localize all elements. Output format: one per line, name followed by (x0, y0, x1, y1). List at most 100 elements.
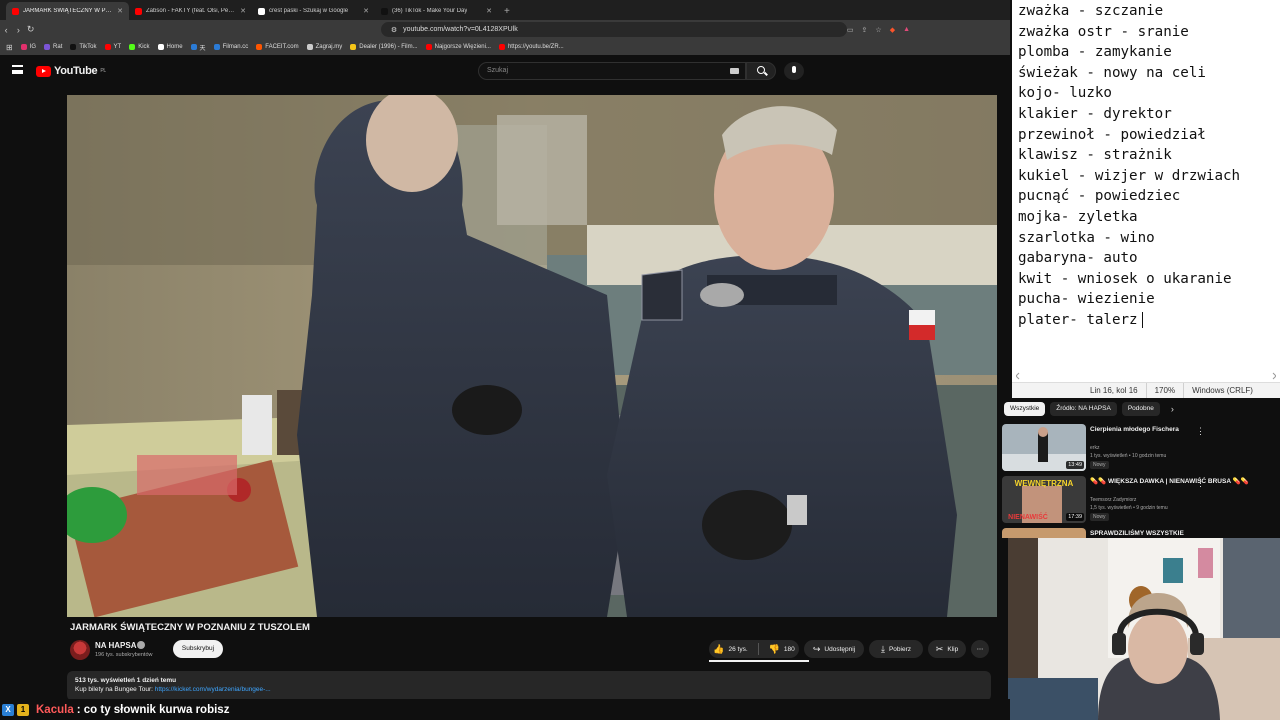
clip-button[interactable]: ✂ Klip (928, 640, 966, 658)
cast-icon[interactable]: ▭ (847, 26, 854, 34)
bookmark-item[interactable]: YT (104, 44, 122, 50)
cursor-position: Lin 16, kol 16 (1090, 385, 1138, 395)
url-field[interactable]: ⚙ youtube.com/watch?v=0L4128XPUlk (380, 22, 847, 37)
kebab-menu-icon[interactable]: ⋮ (1196, 426, 1205, 437)
recommended-channel-name[interactable]: erkz (1090, 445, 1099, 451)
more-actions-button[interactable]: ⋯ (971, 640, 989, 658)
browser-tab[interactable]: JARMARK ŚWIĄTECZNY W POZN...✕ (6, 2, 129, 20)
bookmark-item[interactable]: Home (157, 44, 183, 50)
keyboard-icon[interactable] (730, 68, 739, 74)
kebab-menu-icon[interactable]: ⋮ (1196, 478, 1205, 489)
dislike-count[interactable]: 180 (784, 646, 795, 653)
bookmark-label: Zagraj.my (315, 44, 343, 50)
filter-chip[interactable]: Źródło: NA HAPSA (1050, 402, 1117, 416)
new-tab-button[interactable]: + (498, 2, 516, 20)
description-link[interactable]: https://kicket.com/wydarzenia/bungee-... (155, 686, 271, 693)
brave-shield-icon[interactable]: ◆ (890, 26, 895, 34)
recommended-channel-name[interactable]: Teemsorz Zadymiorz (1090, 497, 1136, 503)
forward-arrow-icon[interactable]: › (12, 25, 24, 35)
chat-message: : co ty słownik kurwa robisz (76, 703, 230, 716)
bookmark-label: Dealer (1996) - Film... (359, 44, 418, 50)
share-icon[interactable]: ⇪ (862, 26, 868, 34)
browser-tab[interactable]: crest paski - Szukaj w Google ✕ (252, 2, 375, 20)
chips-next-arrow-icon[interactable]: › (1171, 404, 1174, 414)
notepad-line: pucha- wiezienie (1018, 291, 1155, 308)
bookmark-item[interactable]: TikTok (70, 44, 97, 50)
channel-avatar[interactable] (70, 640, 90, 660)
tab-close-icon[interactable]: ✕ (486, 7, 492, 15)
site-info-icon[interactable]: ⚙ (391, 26, 397, 34)
hamburger-menu-icon[interactable] (12, 65, 23, 74)
thumbs-down-icon[interactable]: 👎 (769, 644, 780, 655)
video-duration: 13:49 (1066, 461, 1084, 469)
video-player[interactable] (67, 95, 997, 617)
bookmark-item[interactable]: FACEIT.com (256, 44, 299, 50)
video-thumbnail[interactable] (1002, 528, 1086, 538)
bookmark-item[interactable]: https://youtu.be/ZR... (498, 44, 564, 50)
bookmark-favicon-icon (190, 44, 197, 50)
bookmark-favicon-icon (498, 44, 505, 50)
bookmark-item[interactable]: Zagraj.my (306, 44, 343, 50)
browser-address-bar: ‹ › ↻ ⚙ youtube.com/watch?v=0L4128XPUlk … (0, 20, 1010, 39)
recommended-video-title[interactable]: 💊💊 WIĘKSZA DAWKA | NIENAWIŚĆ BRUSA 💊💊 (1090, 478, 1275, 486)
bookmark-item[interactable]: Kick (129, 44, 150, 50)
notepad-window: zważka - szczanie zważka ostr - sranie plo… (1012, 0, 1280, 399)
video-thumbnail[interactable]: WEWNĘTRZNA NIENAWIŚĆ 17:39 (1002, 476, 1086, 523)
bookmark-label: TikTok (79, 44, 97, 50)
share-button[interactable]: ↪ Udostępnij (804, 640, 864, 658)
thumbnail-image (1002, 528, 1086, 538)
apps-grid-icon[interactable]: ⊞ (6, 43, 13, 52)
bookmark-item[interactable]: Najgorsze Więzieni... (425, 44, 491, 50)
extension-icons: ▭ ⇪ ☆ ◆ ▲ (847, 26, 1010, 34)
brave-rewards-icon[interactable]: ▲ (903, 26, 910, 34)
recommended-video[interactable]: 13:49 Cierpienia młodego Fischera erkz 1 ty… (1002, 424, 1280, 474)
bookmark-star-icon[interactable]: ☆ (875, 26, 881, 34)
bookmark-favicon-icon (104, 44, 111, 50)
notepad-line: zważka - szczanie (1018, 3, 1164, 19)
recommended-video[interactable]: SPRAWDZILIŚMY WSZYSTKIE (1002, 528, 1280, 538)
bookmark-label: 天 (199, 45, 206, 52)
recommended-video-title[interactable]: SPRAWDZILIŚMY WSZYSTKIE (1090, 530, 1275, 538)
thumbs-up-icon[interactable]: 👍 (713, 644, 724, 655)
recommended-video[interactable]: WEWNĘTRZNA NIENAWIŚĆ 17:39 💊💊 WIĘKSZA DAWKA… (1002, 476, 1280, 526)
tab-close-icon[interactable]: ✕ (363, 7, 369, 15)
video-thumbnail[interactable]: 13:49 (1002, 424, 1086, 471)
tab-close-icon[interactable]: ✕ (117, 7, 123, 15)
bookmark-favicon-icon (425, 44, 432, 50)
like-ratio-bar (709, 660, 809, 662)
youtube-logo[interactable]: YouTube PL (36, 65, 106, 77)
voice-search-mic-icon[interactable] (784, 62, 804, 80)
horizontal-scrollbar[interactable] (1016, 372, 1276, 380)
subscriber-count: 196 tys. subskrybentów (95, 652, 153, 658)
bookmark-item[interactable]: 天 (190, 43, 206, 52)
back-arrow-icon[interactable]: ‹ (0, 25, 12, 35)
browser-tab[interactable]: Żabson - FAKTY (feat. Olsi, Peset, Mil..… (129, 2, 252, 20)
bookmark-item[interactable]: Rat (44, 44, 62, 50)
bookmark-favicon-icon (129, 44, 136, 50)
notepad-line: gabaryna- auto (1018, 250, 1138, 267)
webcam-frame (1008, 538, 1280, 720)
scissors-icon: ✂ (935, 643, 944, 654)
description-box[interactable]: 513 tys. wyświetleń 1 dzień temu Kup bil… (67, 671, 991, 701)
bookmark-label: YT (113, 44, 122, 50)
search-input[interactable]: Szukaj (478, 62, 746, 80)
reload-icon[interactable]: ↻ (25, 24, 37, 35)
bookmark-item[interactable]: Filman.cc (213, 44, 248, 50)
tab-close-icon[interactable]: ✕ (240, 7, 246, 15)
recommended-video-title[interactable]: Cierpienia młodego Fischera (1090, 426, 1275, 434)
browser-tab[interactable]: (36) TikTok - Make Your Day ✕ (375, 2, 498, 20)
subscribe-button[interactable]: Subskrybuj (173, 640, 223, 658)
bookmark-item[interactable]: Dealer (1996) - Film... (350, 44, 418, 50)
like-count[interactable]: 26 tys. (728, 646, 747, 653)
notepad-text-area[interactable]: zważka - szczanie zważka ostr - sranie plo… (1018, 1, 1240, 331)
bookmark-label: IG (29, 44, 37, 50)
search-button[interactable] (746, 62, 776, 80)
notepad-line: przewinoł - powiedział (1018, 126, 1206, 143)
filter-chip[interactable]: Wszystkie (1004, 402, 1046, 416)
tab-title: crest paski - Szukaj w Google (269, 8, 349, 14)
download-button[interactable]: ⤓ Pobierz (869, 640, 923, 658)
channel-name[interactable]: NA HAPSA (95, 641, 136, 650)
filter-chip[interactable]: Podobne (1121, 402, 1160, 416)
bookmark-item[interactable]: IG (20, 44, 37, 50)
tab-title: JARMARK ŚWIĄTECZNY W POZN... (23, 8, 114, 14)
